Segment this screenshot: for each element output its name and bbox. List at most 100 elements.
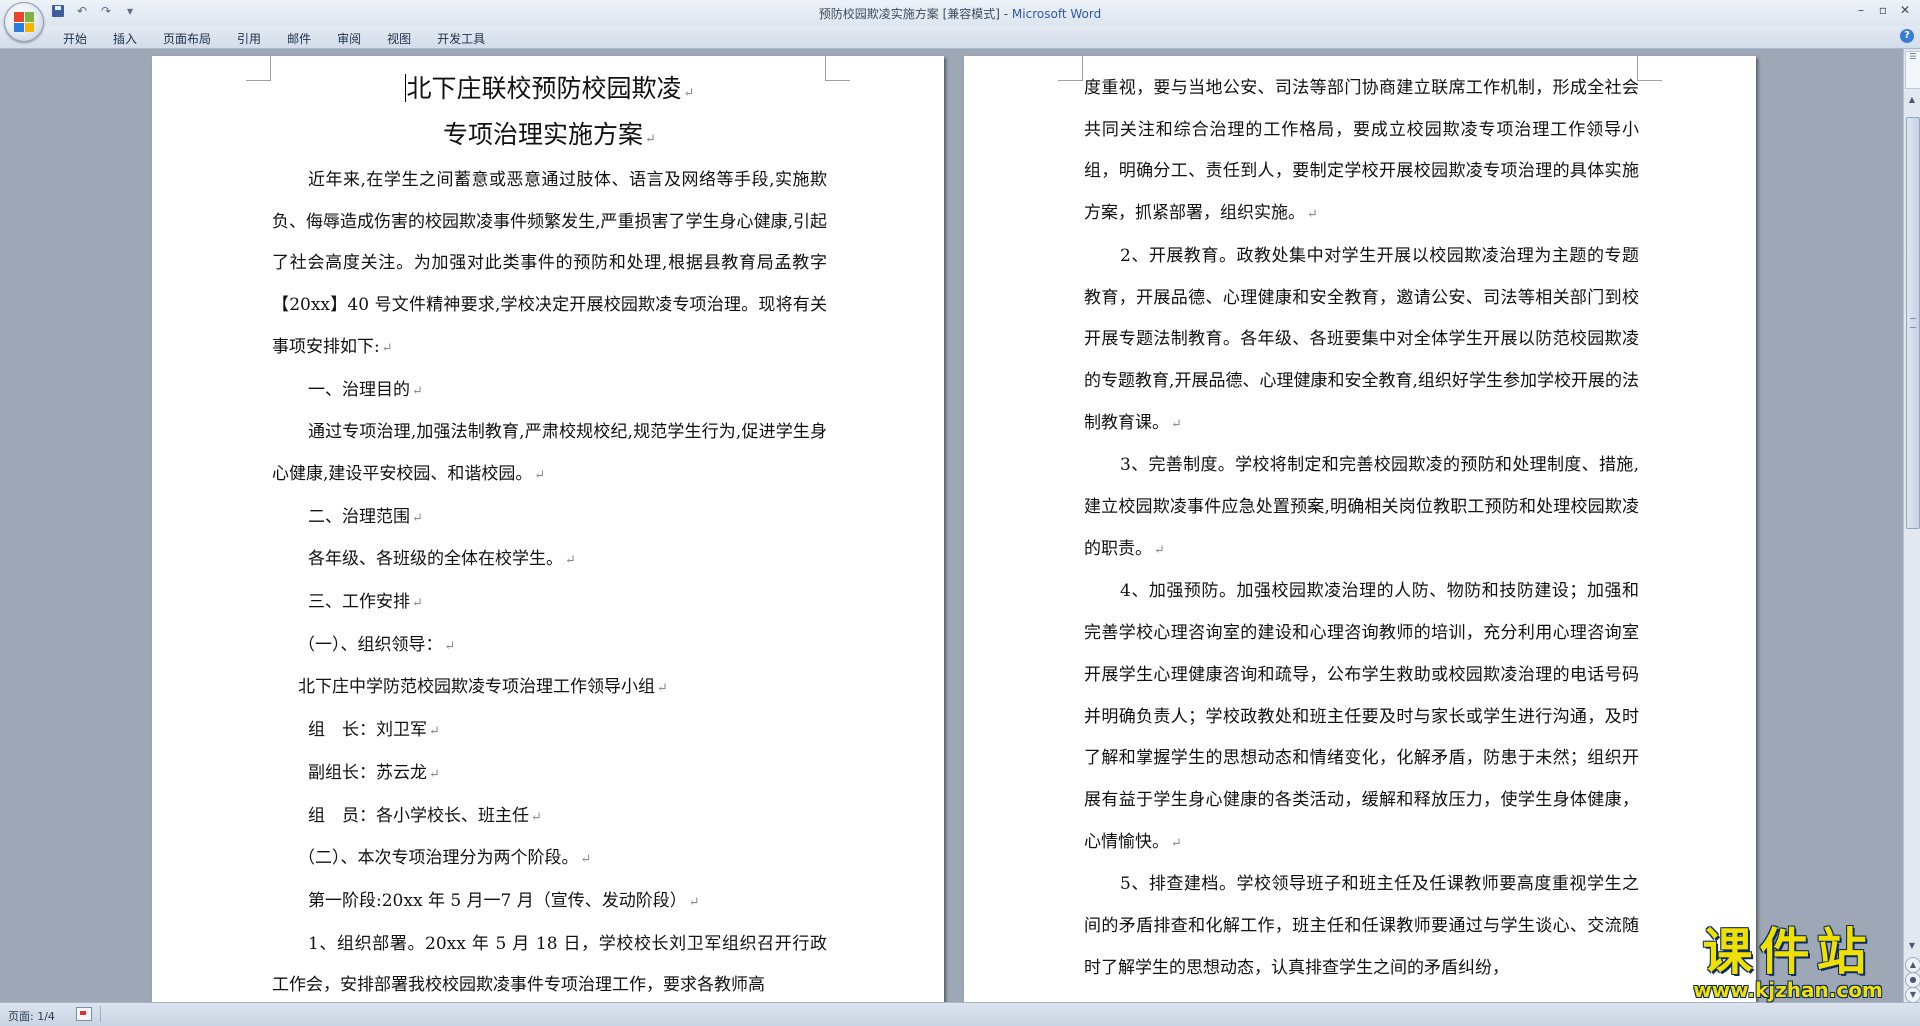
paragraph-text: 1、组织部署。20xx 年 5 月 18 日，学校校长刘卫军组织召开行政工作会，… <box>272 933 827 996</box>
document-paragraph[interactable]: 组 长：刘卫军 ↵ <box>272 710 827 753</box>
window-title-doc: 预防校园欺凌实施方案 [兼容模式] - <box>818 7 1012 21</box>
ribbon-tab[interactable]: 插入 <box>100 26 150 48</box>
close-button[interactable]: ✕ <box>1894 0 1916 20</box>
ribbon-tab[interactable]: 审阅 <box>324 26 374 48</box>
paragraph-text: 2、开展教育。政教处集中对学生开展以校园欺凌治理为主题的专题教育，开展品德、心理… <box>1084 245 1639 433</box>
restore-button[interactable]: ▫ <box>1872 0 1894 20</box>
next-page-button[interactable]: ▼ <box>1905 987 1920 1003</box>
document-paragraph[interactable]: 4、加强预防。加强校园欺凌治理的人防、物防和技防建设；加强和完善学校心理咨询室的… <box>1084 571 1639 864</box>
title-line-1-text: 北下庄联校预防校园欺凌 <box>406 74 682 103</box>
document-paragraph[interactable]: 三、工作安排 ↵ <box>272 582 827 625</box>
document-paragraph[interactable]: 第一阶段:20xx 年 5 月一7 月（宣传、发动阶段） ↵ <box>272 881 827 924</box>
paragraph-mark-icon: ↵ <box>1171 416 1182 432</box>
paragraph-mark-icon: ↵ <box>531 809 542 825</box>
window-controls: – ▫ ✕ <box>1850 0 1916 20</box>
page-number-status[interactable]: 页面: 1/4 <box>8 1008 55 1024</box>
proofing-icon[interactable] <box>76 1007 92 1021</box>
page-2-content[interactable]: 度重视，要与当地公安、司法等部门协商建立联席工作机制，形成全社会共同关注和综合治… <box>1084 68 1639 989</box>
vertical-scrollbar[interactable]: ☰ ▲ ▼ ▲ ● ▼ <box>1903 49 1920 1003</box>
status-divider <box>100 1006 101 1022</box>
ribbon-tab[interactable]: 视图 <box>374 26 424 48</box>
paragraph-mark-icon: ↵ <box>412 596 423 612</box>
document-paragraph[interactable]: 度重视，要与当地公安、司法等部门协商建立联席工作机制，形成全社会共同关注和综合治… <box>1084 68 1639 236</box>
paragraph-text: 度重视，要与当地公安、司法等部门协商建立联席工作机制，形成全社会共同关注和综合治… <box>1084 78 1639 224</box>
paragraph-text: （二）、本次专项治理分为两个阶段。 <box>298 848 579 869</box>
document-title-line-2[interactable]: 专项治理实施方案 ↵ <box>272 114 827 160</box>
minimize-icon: – <box>1858 3 1864 17</box>
close-icon: ✕ <box>1899 3 1911 17</box>
minimize-button[interactable]: – <box>1850 0 1872 20</box>
browse-object-button[interactable]: ● <box>1905 972 1920 988</box>
office-logo-icon <box>14 12 34 32</box>
crop-mark <box>246 56 271 81</box>
paragraph-text: （一）、组织领导： <box>298 634 443 655</box>
paragraph-mark-icon: ↵ <box>381 340 393 356</box>
scroll-down-button[interactable]: ▼ <box>1905 939 1919 953</box>
document-paragraph[interactable]: （一）、组织领导： ↵ <box>272 625 827 668</box>
crop-mark <box>1058 56 1083 81</box>
paragraph-text: 北下庄中学防范校园欺凌专项治理工作领导小组 <box>298 677 655 698</box>
restore-icon: ▫ <box>1878 3 1888 17</box>
paragraph-mark-icon: ↵ <box>534 467 546 483</box>
office-button[interactable] <box>4 2 44 42</box>
paragraph-mark-icon: ↵ <box>657 681 668 697</box>
paragraph-mark-icon: ↵ <box>429 724 440 740</box>
paragraph-text: 三、工作安排 <box>308 592 410 613</box>
page-1[interactable]: 北下庄联校预防校园欺凌 ↵ 专项治理实施方案 ↵ 近年来,在学生之间蓄意或恶意通过肢… <box>152 56 944 1002</box>
previous-page-button[interactable]: ▲ <box>1905 957 1920 973</box>
status-bar: 页面: 1/4 <box>0 1002 1920 1026</box>
paragraph-text: 各年级、各班级的全体在校学生。 <box>308 549 563 570</box>
paragraph-mark-icon: ↵ <box>683 86 695 101</box>
scroll-grip-icon <box>1910 318 1916 328</box>
paragraph-text: 近年来,在学生之间蓄意或恶意通过肢体、语言及网络等手段,实施欺负、侮辱造成伤害的… <box>272 170 827 357</box>
paragraph-mark-icon: ↵ <box>444 638 456 654</box>
right-page-body[interactable]: 度重视，要与当地公安、司法等部门协商建立联席工作机制，形成全社会共同关注和综合治… <box>1084 68 1639 989</box>
ribbon-tab[interactable]: 邮件 <box>274 26 324 48</box>
document-paragraph[interactable]: 通过专项治理,加强法制教育,严肃校规校纪,规范学生行为,促进学生身心健康,建设平… <box>272 412 827 496</box>
text-cursor <box>404 74 406 102</box>
page-2[interactable]: 度重视，要与当地公安、司法等部门协商建立联席工作机制，形成全社会共同关注和综合治… <box>964 56 1756 1002</box>
document-workspace[interactable]: 北下庄联校预防校园欺凌 ↵ 专项治理实施方案 ↵ 近年来,在学生之间蓄意或恶意通过肢… <box>0 49 1904 1002</box>
paragraph-text: 副组长：苏云龙 <box>308 762 427 783</box>
paragraph-mark-icon: ↵ <box>1307 207 1318 223</box>
crop-mark <box>1637 56 1662 81</box>
document-paragraph[interactable]: 3、完善制度。学校将制定和完善校园欺凌的预防和处理制度、措施,建立校园欺凌事件应… <box>1084 445 1639 571</box>
document-paragraph[interactable]: 5、排查建档。学校领导班子和班主任及任课教师要高度重视学生之间的矛盾排查和化解工… <box>1084 864 1639 989</box>
document-paragraph[interactable]: 2、开展教育。政教处集中对学生开展以校园欺凌治理为主题的专题教育，开展品德、心理… <box>1084 236 1639 446</box>
document-paragraph[interactable]: 一、治理目的 ↵ <box>272 370 827 413</box>
watermark-main-text: 课件站 <box>1702 923 1874 981</box>
ribbon-tab[interactable]: 引用 <box>224 26 274 48</box>
help-icon[interactable]: ? <box>1900 29 1914 43</box>
scroll-thumb[interactable] <box>1906 117 1920 529</box>
document-title-line-1[interactable]: 北下庄联校预防校园欺凌 ↵ <box>272 68 827 114</box>
document-paragraph[interactable]: 二、治理范围 ↵ <box>272 497 827 540</box>
watermark-logo: 课件站 www.kjzhan.com <box>1670 925 1906 1005</box>
paragraph-mark-icon: ↵ <box>1171 835 1182 851</box>
document-paragraph[interactable]: 副组长：苏云龙 ↵ <box>272 753 827 796</box>
document-paragraph[interactable]: 组 员：各小学校长、班主任 ↵ <box>272 796 827 839</box>
paragraph-text: 第一阶段:20xx 年 5 月一7 月（宣传、发动阶段） <box>308 890 687 911</box>
document-paragraph[interactable]: 各年级、各班级的全体在校学生。 ↵ <box>272 539 827 582</box>
title-line-2-text: 专项治理实施方案 <box>443 120 644 149</box>
ribbon-tab[interactable]: 页面布局 <box>150 26 224 48</box>
ribbon-tab-bar: 开始 插入 页面布局 引用 邮件 审阅 视图 开发工具 ? <box>0 26 1920 49</box>
ribbon-tab[interactable]: 开始 <box>50 26 100 48</box>
crop-mark <box>825 56 850 81</box>
paragraph-text: 5、排查建档。学校领导班子和班主任及任课教师要高度重视学生之间的矛盾排查和化解工… <box>1084 874 1639 978</box>
paragraph-mark-icon: ↵ <box>565 553 576 569</box>
ruler-toggle-button[interactable]: ☰ <box>1905 51 1920 89</box>
document-paragraph[interactable]: 北下庄中学防范校园欺凌专项治理工作领导小组 ↵ <box>272 667 827 710</box>
paragraph-mark-icon: ↵ <box>688 894 700 910</box>
document-paragraph[interactable]: 1、组织部署。20xx 年 5 月 18 日，学校校长刘卫军组织召开行政工作会，… <box>272 924 827 1002</box>
page-1-content[interactable]: 北下庄联校预防校园欺凌 ↵ 专项治理实施方案 ↵ 近年来,在学生之间蓄意或恶意通过肢… <box>272 68 827 1002</box>
left-page-body[interactable]: 近年来,在学生之间蓄意或恶意通过肢体、语言及网络等手段,实施欺负、侮辱造成伤害的… <box>272 160 827 1002</box>
paragraph-mark-icon: ↵ <box>1154 542 1165 558</box>
paragraph-text: 组 员：各小学校长、班主任 <box>308 805 529 826</box>
paragraph-text: 3、完善制度。学校将制定和完善校园欺凌的预防和处理制度、措施,建立校园欺凌事件应… <box>1084 455 1639 559</box>
watermark-url-text: www.kjzhan.com <box>1693 978 1883 1002</box>
ribbon-tab[interactable]: 开发工具 <box>424 26 498 48</box>
paragraph-mark-icon: ↵ <box>429 766 440 782</box>
document-paragraph[interactable]: （二）、本次专项治理分为两个阶段。 ↵ <box>272 838 827 881</box>
scroll-up-button[interactable]: ▲ <box>1905 93 1919 107</box>
document-paragraph[interactable]: 近年来,在学生之间蓄意或恶意通过肢体、语言及网络等手段,实施欺负、侮辱造成伤害的… <box>272 160 827 370</box>
